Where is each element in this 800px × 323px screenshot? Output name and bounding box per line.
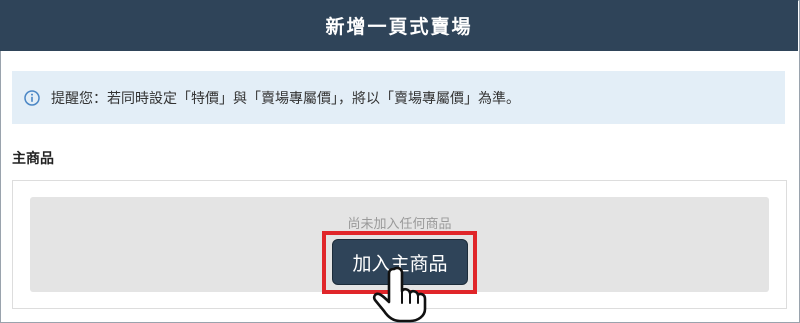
notice-text: 提醒您：若同時設定「特價」與「賣場專屬價」，將以「賣場專屬價」為準。 <box>51 90 520 107</box>
notice-banner: 提醒您：若同時設定「特價」與「賣場專屬價」，將以「賣場專屬價」為準。 <box>12 71 785 124</box>
info-icon <box>24 89 40 106</box>
pointing-hand-cursor-icon <box>372 266 427 323</box>
page-title: 新增一頁式賣場 <box>325 16 473 38</box>
main-product-section-title: 主商品 <box>12 151 54 167</box>
page-header: 新增一頁式賣場 <box>0 0 798 51</box>
empty-product-text: 尚未加入任何商品 <box>347 217 452 232</box>
